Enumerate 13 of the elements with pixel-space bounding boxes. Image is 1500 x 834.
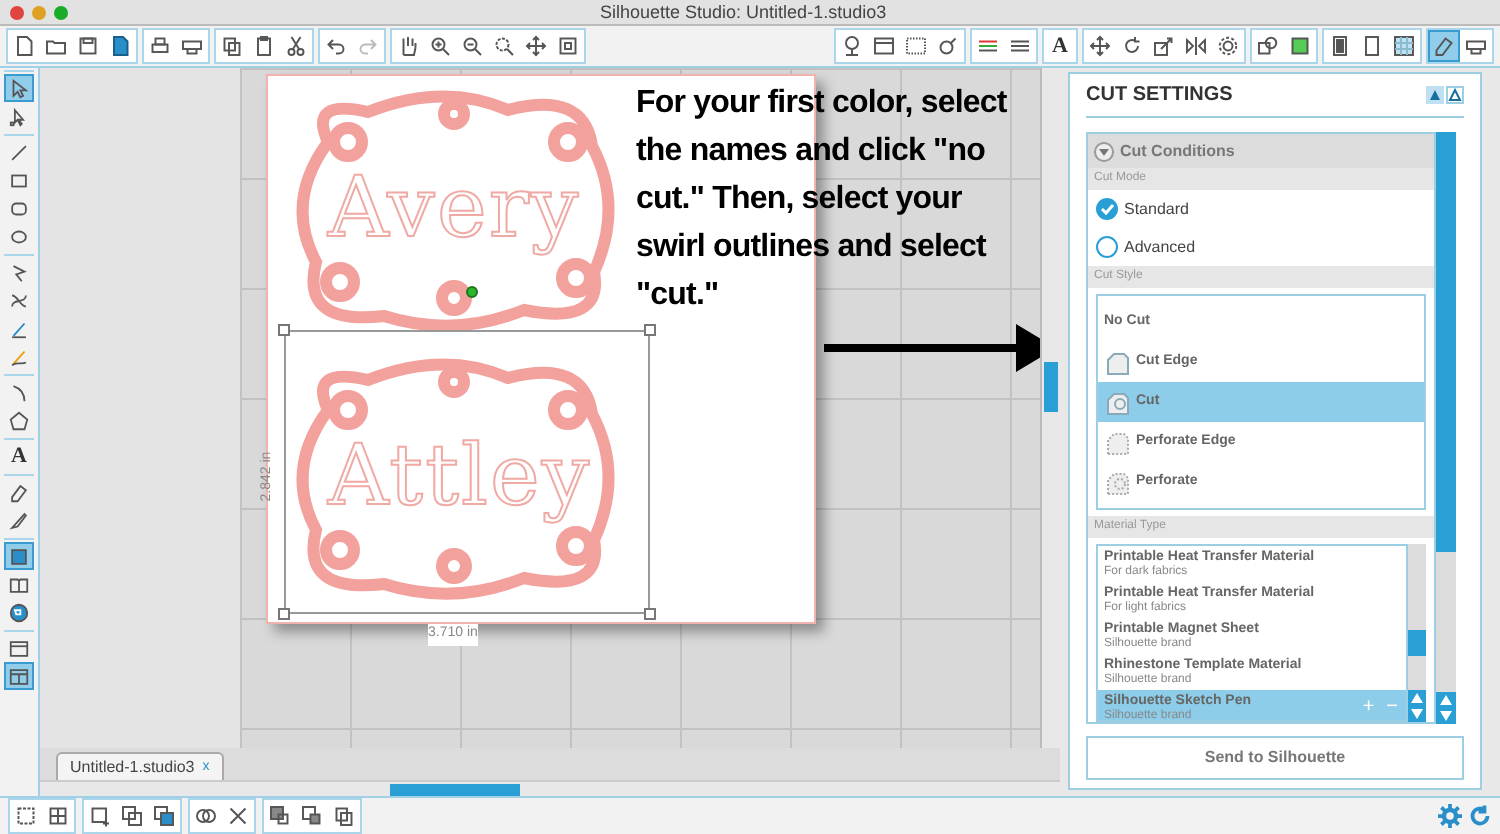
radio-label: Standard [1124, 197, 1189, 221]
text-tool-button[interactable]: A [1044, 30, 1076, 62]
send-to-silhouette-button[interactable]: Send to Silhouette [1086, 736, 1464, 780]
section-header[interactable]: Cut Conditions [1088, 134, 1434, 168]
annotation-text: For your first color, select the names and click "no cut." Then, select your swirl outlines and select "cut." [636, 84, 1009, 316]
section-title: Cut Conditions [1120, 139, 1235, 163]
window-title: Silhouette Studio: Untitled-1.studio3 [600, 0, 887, 24]
tab-label: Untitled-1.studio3 [70, 755, 195, 779]
text-tool-button[interactable]: A [4, 442, 34, 470]
radio-label: Advanced [1124, 235, 1196, 259]
name-outline-text: Attley [328, 430, 592, 522]
name-outline-text: Avery [328, 162, 581, 254]
panel-title: CUT SETTINGS [1086, 82, 1233, 110]
